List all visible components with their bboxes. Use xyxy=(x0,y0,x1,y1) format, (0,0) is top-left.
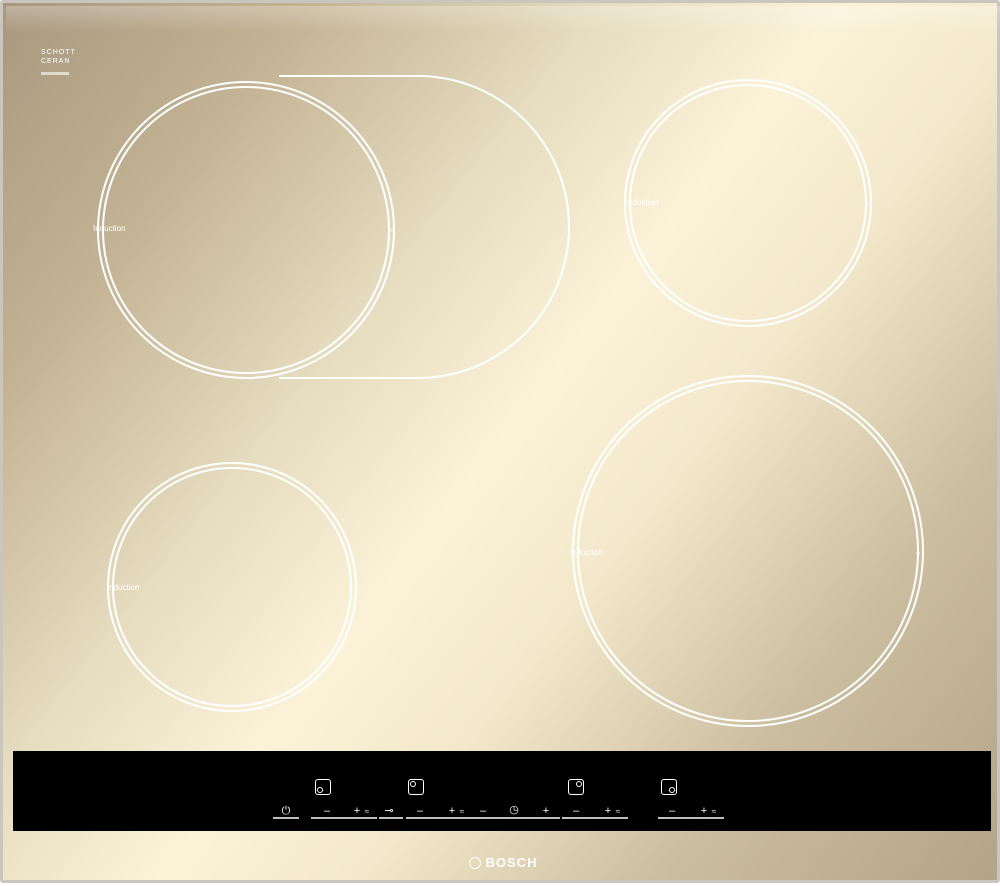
bosch-armature-icon xyxy=(468,856,481,869)
boost-chevron-icon: ≈ xyxy=(865,199,870,208)
cooking-zone-rear-right[interactable]: Induction ≈ xyxy=(624,79,872,327)
minus-button[interactable]: – xyxy=(664,805,680,817)
bosch-wordmark: BOSCH xyxy=(485,855,538,870)
zone-select-front-right-icon[interactable] xyxy=(568,779,584,795)
zone-label: Induction xyxy=(93,224,125,233)
slider-underline xyxy=(658,817,724,819)
timer-plus-button[interactable]: + xyxy=(540,805,552,817)
minus-button[interactable]: – xyxy=(319,805,335,817)
cooking-zone-front-right[interactable]: Induction ≈ xyxy=(570,375,924,727)
boost-chevron-icon: ≈ xyxy=(389,226,394,235)
timer-clock-icon[interactable]: ◷ xyxy=(507,804,521,816)
zone-select-rear-right-icon[interactable] xyxy=(661,779,677,795)
minus-button[interactable]: – xyxy=(412,805,428,817)
child-lock-button[interactable]: ⊸ xyxy=(379,805,399,817)
zone-select-rear-left-icon[interactable] xyxy=(315,779,331,795)
flex-zone-extension-outline xyxy=(279,75,570,379)
minus-button[interactable]: – xyxy=(568,805,584,817)
zone-label: Induction xyxy=(626,198,658,207)
timer-minus-button[interactable]: – xyxy=(475,805,491,817)
zone-select-front-left-icon[interactable] xyxy=(408,779,424,795)
zone-label: Induction xyxy=(570,548,602,557)
slider-underline xyxy=(562,817,628,819)
boost-chevron-icon: ≈ xyxy=(348,583,353,592)
zone-label: Induction xyxy=(107,583,139,592)
slider-underline xyxy=(311,817,377,819)
power-underline xyxy=(273,817,299,819)
power-button[interactable]: ⏻ xyxy=(275,805,297,817)
cooking-zone-front-left-large[interactable]: Induction ≈ xyxy=(93,81,395,379)
boost-chevron-icon: ≈ xyxy=(916,549,921,558)
bosch-logo: BOSCH xyxy=(3,855,1000,874)
cooking-zone-front-left[interactable]: Induction ≈ xyxy=(107,462,357,712)
slider-underline xyxy=(406,817,472,819)
touch-control-panel: ⏻ – + ≈ ⊸ – + ≈ – ◷ + – + ≈ – + ≈ xyxy=(13,751,991,831)
lock-underline xyxy=(379,817,403,819)
cooktop: SCHOTT CERAN Induction ≈ Induction ≈ Ind… xyxy=(0,0,1000,883)
timer-underline xyxy=(470,817,560,819)
